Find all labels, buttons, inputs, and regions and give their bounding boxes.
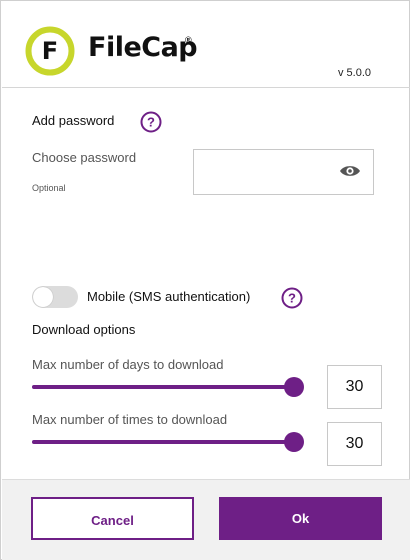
download-options-heading: Download options	[32, 322, 136, 337]
max-times-slider[interactable]	[32, 432, 304, 452]
choose-password-label: Choose password	[32, 150, 137, 165]
svg-text:?: ?	[147, 115, 155, 130]
app-name: FileCap	[88, 32, 198, 63]
svg-text:?: ?	[288, 291, 296, 306]
filecap-dialog: F FileCap ® v 5.0.0 Add password ? Choos…	[0, 0, 410, 560]
optional-hint: Optional	[32, 183, 66, 193]
slider-fill	[32, 440, 294, 444]
max-days-label: Max number of days to download	[32, 357, 224, 372]
slider-thumb[interactable]	[284, 432, 304, 452]
eye-icon[interactable]	[339, 163, 361, 179]
slider-thumb[interactable]	[284, 377, 304, 397]
max-times-label: Max number of times to download	[32, 412, 228, 427]
max-days-slider[interactable]	[32, 377, 304, 397]
ok-button[interactable]: Ok	[219, 497, 382, 540]
password-help-icon[interactable]: ?	[140, 111, 162, 133]
svg-text:F: F	[42, 37, 58, 65]
cancel-button[interactable]: Cancel	[31, 497, 194, 540]
sms-help-icon[interactable]: ?	[281, 287, 303, 309]
sms-authentication-toggle[interactable]	[32, 286, 78, 308]
filecap-logo-icon: F	[25, 26, 75, 76]
toggle-knob	[33, 287, 53, 307]
max-days-input[interactable]: 30	[327, 365, 382, 409]
sms-authentication-label: Mobile (SMS authentication)	[87, 289, 251, 304]
add-password-heading: Add password	[32, 113, 115, 128]
version-label: v 5.0.0	[338, 67, 372, 79]
registered-mark: ®	[185, 35, 192, 45]
max-times-input[interactable]: 30	[327, 422, 382, 466]
slider-fill	[32, 385, 294, 389]
dialog-header: F FileCap ® v 5.0.0	[2, 2, 410, 88]
